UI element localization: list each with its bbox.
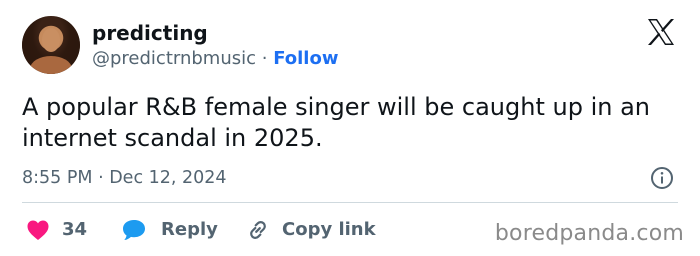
display-name[interactable]: predicting — [92, 21, 208, 45]
avatar[interactable] — [22, 16, 80, 74]
follow-button[interactable]: Follow — [273, 48, 338, 69]
avatar-face — [42, 28, 60, 52]
tweet-timestamp[interactable]: 8:55 PM · Dec 12, 2024 — [22, 166, 227, 190]
speech-bubble-icon — [123, 220, 145, 240]
reply-label: Reply — [161, 219, 218, 240]
info-icon[interactable] — [650, 166, 674, 190]
copy-link-label: Copy link — [282, 219, 376, 240]
like-count: 34 — [62, 219, 88, 240]
tweet-card: predicting @predictrnbmusic · Follow A p… — [0, 0, 700, 256]
handle[interactable]: @predictrnbmusic — [92, 48, 256, 69]
link-icon — [250, 221, 266, 239]
tweet-text: A popular R&B female singer will be caug… — [22, 93, 650, 152]
reply-button[interactable]: Reply — [121, 216, 218, 244]
separator-dot: · — [256, 48, 274, 69]
x-logo-icon[interactable] — [644, 15, 678, 49]
copy-link-button[interactable]: Copy link — [246, 216, 376, 244]
watermark: boredpanda.com — [494, 221, 684, 246]
author-subline: @predictrnbmusic · Follow — [92, 47, 338, 71]
divider — [22, 202, 678, 203]
like-button[interactable]: 34 — [26, 216, 87, 244]
heart-icon — [27, 220, 49, 240]
